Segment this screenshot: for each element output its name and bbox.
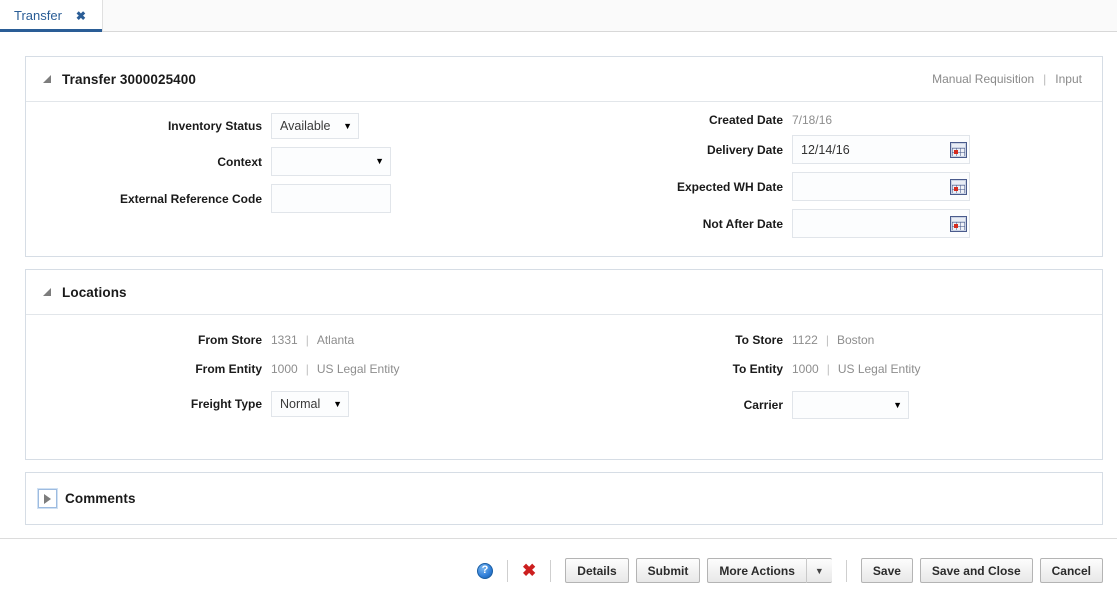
freight-type-select[interactable]: Normal ▼ (271, 391, 349, 417)
calendar-icon[interactable] (950, 178, 967, 195)
comments-panel-title: Comments (65, 491, 136, 506)
from-store-code: 1331 (271, 333, 298, 347)
more-actions-button[interactable]: More Actions (707, 558, 806, 583)
field-external-reference-code: External Reference Code (26, 184, 564, 213)
context-label: Context (217, 154, 262, 169)
locations-fields: From Store 1331 | Atlanta From Entity 10… (26, 315, 1102, 427)
more-actions-split-button: More Actions ▼ (707, 558, 832, 583)
locations-panel-title: Locations (62, 284, 127, 300)
to-entity-code: 1000 (792, 362, 819, 376)
action-bar: ? ✖ Details Submit More Actions ▼ Save S… (0, 538, 1117, 602)
status-label: Input (1055, 72, 1082, 86)
from-entity-name: US Legal Entity (316, 362, 400, 376)
to-store-separator: | (825, 333, 829, 347)
locations-panel: Locations From Store 1331 | Atlanta From… (25, 269, 1103, 460)
calendar-icon[interactable] (950, 141, 967, 158)
tab-transfer[interactable]: Transfer ✖ (0, 0, 103, 32)
carrier-select[interactable]: ▼ (792, 391, 909, 419)
freight-type-label: Freight Type (190, 397, 262, 411)
to-entity-label: To Entity (732, 362, 783, 376)
field-delivery-date: Delivery Date 12/14/16 (564, 135, 1102, 164)
freight-type-value: Normal (280, 397, 321, 411)
locations-left-column: From Store 1331 | Atlanta From Entity 10… (26, 333, 564, 427)
context-select[interactable]: ▼ (271, 147, 391, 176)
save-button[interactable]: Save (860, 558, 913, 583)
chevron-down-icon: ▼ (343, 120, 352, 131)
page-body: Transfer 3000025400 Manual Requisition |… (0, 32, 1117, 602)
field-not-after-date: Not After Date (564, 209, 1102, 238)
action-bar-divider (507, 559, 509, 582)
field-expected-wh-date: Expected WH Date (564, 172, 1102, 201)
to-entity-name: US Legal Entity (837, 362, 921, 376)
field-inventory-status: Inventory Status Available ▼ (26, 113, 564, 139)
chevron-down-icon: ▼ (814, 565, 824, 576)
from-entity-label: From Entity (195, 362, 262, 376)
action-bar-divider (845, 559, 847, 582)
calendar-icon[interactable] (950, 215, 967, 232)
delivery-date-value: 12/14/16 (801, 142, 850, 157)
more-actions-dropdown-button[interactable]: ▼ (805, 558, 832, 583)
to-store-label: To Store (735, 333, 783, 347)
to-store-name: Boston (836, 333, 875, 347)
submit-button[interactable]: Submit (635, 558, 701, 583)
locations-panel-header: Locations (26, 270, 1102, 315)
from-entity-code: 1000 (271, 362, 298, 376)
collapse-transfer-icon[interactable] (42, 72, 56, 86)
to-entity-separator: | (826, 362, 830, 376)
inventory-status-value: Available (280, 119, 331, 133)
external-reference-code-input[interactable] (271, 184, 391, 213)
field-carrier: Carrier ▼ (564, 391, 1102, 419)
field-created-date: Created Date 7/18/16 (564, 113, 1102, 127)
comments-panel-header[interactable]: Comments (26, 473, 1102, 524)
transfer-panel-title: Transfer 3000025400 (62, 71, 197, 87)
expected-wh-date-label: Expected WH Date (676, 179, 783, 194)
chevron-down-icon: ▼ (333, 398, 342, 409)
transfer-header-meta: Manual Requisition | Input (932, 72, 1082, 86)
close-icon[interactable]: ✖ (76, 10, 86, 22)
field-freight-type: Freight Type Normal ▼ (26, 391, 564, 417)
from-entity-separator: | (305, 362, 309, 376)
tab-transfer-label: Transfer (14, 8, 62, 23)
chevron-down-icon: ▼ (375, 156, 384, 166)
from-store-name: Atlanta (316, 333, 355, 347)
chevron-down-icon: ▼ (893, 399, 902, 410)
external-reference-code-label: External Reference Code (119, 191, 262, 206)
transfer-left-column: Inventory Status Available ▼ Context ▼ E… (26, 113, 564, 246)
field-to-entity: To Entity 1000 | US Legal Entity (564, 362, 1102, 376)
to-store-code: 1122 (792, 333, 818, 347)
field-to-store: To Store 1122 | Boston (564, 333, 1102, 347)
cancel-button[interactable]: Cancel (1039, 558, 1103, 583)
help-icon[interactable]: ? (477, 562, 494, 579)
inventory-status-label: Inventory Status (167, 119, 262, 133)
field-context: Context ▼ (26, 147, 564, 176)
details-button[interactable]: Details (565, 558, 629, 583)
transfer-panel-header: Transfer 3000025400 Manual Requisition |… (26, 57, 1102, 102)
field-from-store: From Store 1331 | Atlanta (26, 333, 564, 347)
not-after-date-label: Not After Date (702, 216, 783, 231)
delivery-date-input[interactable]: 12/14/16 (792, 135, 970, 164)
expected-wh-date-input[interactable] (792, 172, 970, 201)
comments-panel: Comments (25, 472, 1103, 525)
delivery-date-label: Delivery Date (706, 142, 783, 157)
save-and-close-button[interactable]: Save and Close (919, 558, 1033, 583)
created-date-value: 7/18/16 (792, 113, 833, 127)
not-after-date-input[interactable] (792, 209, 970, 238)
carrier-label: Carrier (743, 398, 783, 412)
field-from-entity: From Entity 1000 | US Legal Entity (26, 362, 564, 376)
created-date-label: Created Date (708, 113, 783, 127)
expand-comments-icon[interactable] (38, 489, 57, 508)
tab-bar: Transfer ✖ (0, 0, 1117, 32)
meta-separator: | (1043, 72, 1047, 86)
transfer-fields: Inventory Status Available ▼ Context ▼ E… (26, 102, 1102, 246)
collapse-locations-icon[interactable] (42, 285, 56, 299)
transfer-right-column: Created Date 7/18/16 Delivery Date 12/14… (564, 113, 1102, 246)
delete-icon[interactable]: ✖ (522, 562, 536, 579)
from-store-separator: | (305, 333, 309, 347)
transfer-panel: Transfer 3000025400 Manual Requisition |… (25, 56, 1103, 257)
requisition-type-label: Manual Requisition (932, 72, 1035, 86)
inventory-status-select[interactable]: Available ▼ (271, 113, 359, 139)
locations-right-column: To Store 1122 | Boston To Entity 1000 | … (564, 333, 1102, 427)
action-bar-divider (550, 559, 552, 582)
from-store-label: From Store (197, 333, 262, 347)
